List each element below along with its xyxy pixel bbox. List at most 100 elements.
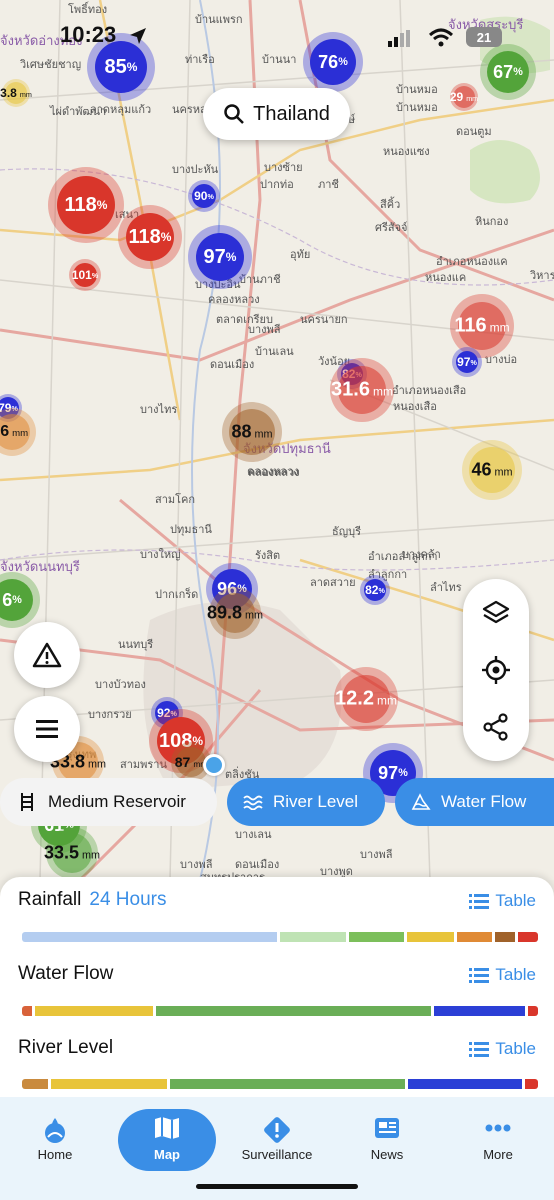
- chip-water-flow[interactable]: Water Flow: [395, 778, 554, 826]
- marker-core: 90%: [192, 184, 216, 208]
- marker-label: 29 mm: [450, 90, 478, 104]
- color-swatch: [517, 932, 538, 942]
- map-marker[interactable]: 29 mm: [450, 83, 478, 111]
- map-marker[interactable]: 31.6 mm: [330, 358, 394, 422]
- battery-level: 21: [476, 29, 492, 45]
- marker-unit: mm: [494, 466, 513, 479]
- marker-value: 87: [174, 754, 191, 770]
- map-marker[interactable]: 97%: [188, 225, 252, 289]
- map-place-label: ปากเกร็ด: [155, 588, 199, 601]
- alert-button[interactable]: [14, 622, 80, 688]
- marker-label: 31.6 mm: [331, 379, 393, 402]
- map-place-label: ธัญบุรี: [332, 525, 361, 538]
- search-icon: [224, 104, 245, 124]
- search-button[interactable]: Thailand: [203, 88, 350, 140]
- location-arrow-icon: [130, 28, 146, 44]
- marker-label: 88 mm: [231, 422, 272, 443]
- legend-sheet: Rainfall 24 Hours Table Water Flow Table …: [0, 877, 554, 1097]
- map-marker[interactable]: 90%: [188, 180, 220, 212]
- marker-label: 3.8 mm: [0, 86, 32, 100]
- list-icon: [469, 1042, 490, 1057]
- riverlevel-table-link[interactable]: Table: [469, 1039, 536, 1059]
- map-marker[interactable]: 88 mm: [222, 402, 282, 462]
- marker-core: 118%: [57, 176, 115, 234]
- color-swatch: [524, 1079, 538, 1089]
- map-marker[interactable]: 118%: [48, 167, 124, 243]
- map-place-label: บางกรวย: [88, 708, 132, 721]
- rainfall-label: Rainfall: [18, 889, 82, 910]
- marker-unit: mm: [372, 384, 393, 399]
- marker-unit: mm: [88, 758, 107, 771]
- color-swatch: [279, 932, 346, 942]
- menu-button[interactable]: [14, 696, 80, 762]
- map-place-label: บ้านเลน: [255, 345, 294, 358]
- marker-label: .6mm: [0, 423, 28, 441]
- more-icon: [485, 1124, 511, 1132]
- map-place-label: คลองหลวง: [247, 465, 299, 478]
- map-marker[interactable]: 101%: [69, 259, 101, 291]
- locate-button[interactable]: [463, 642, 529, 698]
- table-label: Table: [495, 1039, 536, 1058]
- table-label: Table: [495, 965, 536, 984]
- map-marker[interactable]: 46 mm: [462, 440, 522, 500]
- color-swatch: [155, 1006, 431, 1016]
- map-place-label: บางไทร: [140, 403, 178, 416]
- color-swatch: [22, 1006, 33, 1016]
- home-icon: [45, 1118, 65, 1143]
- tab-news[interactable]: News: [338, 1109, 436, 1171]
- map-place-label: นนทบุรี: [118, 638, 154, 651]
- chip-river-level[interactable]: River Level: [227, 778, 385, 826]
- tab-home[interactable]: Home: [6, 1109, 104, 1171]
- marker-value: 31.6: [331, 378, 370, 401]
- marker-label: 12.2 mm: [335, 688, 397, 711]
- marker-value: 118: [64, 193, 97, 216]
- marker-value: 89.8: [206, 602, 243, 623]
- marker-value: 33.5: [43, 842, 80, 863]
- tab-bar: Home Map Surveillance News More: [0, 1097, 554, 1200]
- marker-unit: %: [96, 198, 108, 212]
- rainfall-table-link[interactable]: Table: [469, 891, 536, 911]
- marker-unit: mm: [12, 428, 29, 439]
- marker-label: 33.5 mm: [44, 843, 100, 864]
- map-marker[interactable]: 82%: [360, 575, 390, 605]
- share-button[interactable]: [463, 699, 529, 755]
- map-marker[interactable]: 118%: [118, 205, 182, 269]
- water-flow-icon: [411, 793, 431, 810]
- map-place-label: อำเภอหนองเสือ: [392, 384, 467, 397]
- map-place-label: ตลาดเกรียบ: [216, 313, 273, 326]
- marker-label: 46 mm: [471, 460, 512, 481]
- marker-value: 88: [231, 421, 252, 442]
- marker-core: 97%: [196, 233, 244, 281]
- hamburger-icon: [36, 720, 58, 738]
- map-place-label: ศรีสัจจ์: [375, 221, 408, 234]
- tab-label: Home: [37, 1147, 73, 1162]
- map-marker[interactable]: 97%: [452, 347, 482, 377]
- tab-map[interactable]: Map: [118, 1109, 216, 1171]
- color-swatch: [406, 932, 454, 942]
- chip-medium-reservoir[interactable]: Medium Reservoir: [0, 778, 217, 826]
- map-place-label: สามโคก: [155, 493, 196, 506]
- marker-value: 29: [449, 90, 464, 104]
- map-controls: [463, 579, 529, 761]
- layers-button[interactable]: [463, 585, 529, 641]
- map-marker[interactable]: 3.8 mm: [0, 79, 32, 107]
- chip-label: River Level: [273, 792, 359, 811]
- rainfall-period[interactable]: 24 Hours: [89, 889, 166, 910]
- marker-value: 101: [71, 268, 92, 282]
- waterflow-table-link[interactable]: Table: [469, 965, 536, 985]
- map-place-label: บางใหญ่: [140, 548, 181, 561]
- map-place-label: ดอนตูม: [456, 125, 492, 138]
- marker-unit: %: [378, 585, 385, 595]
- map-marker[interactable]: 33.5 mm: [44, 827, 100, 879]
- current-location-dot: [203, 754, 225, 776]
- map-place-label: บางซ้าย: [264, 161, 303, 174]
- map-marker[interactable]: 89.8 mm: [206, 587, 264, 639]
- map-marker[interactable]: 12.2 mm: [334, 667, 398, 731]
- marker-unit: %: [91, 270, 99, 280]
- share-icon: [483, 713, 508, 741]
- marker-unit: mm: [245, 609, 264, 622]
- tab-more[interactable]: More: [449, 1109, 547, 1171]
- tab-surveillance[interactable]: Surveillance: [228, 1109, 326, 1171]
- riverlevel-color-scale: [22, 1079, 538, 1089]
- battery-icon: 21: [466, 27, 502, 47]
